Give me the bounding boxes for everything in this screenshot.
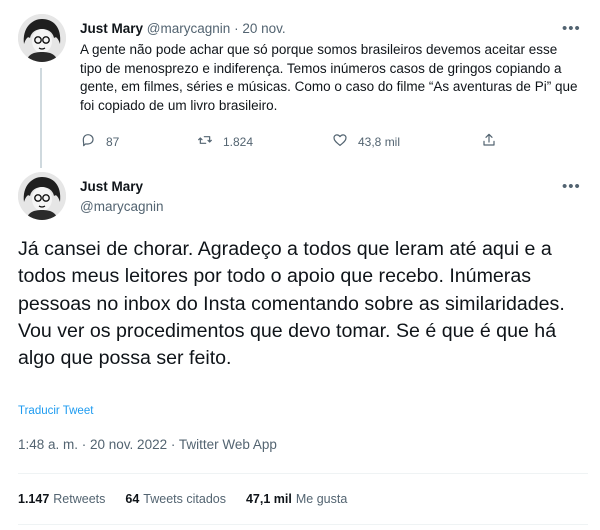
heart-icon (332, 132, 348, 151)
share-button[interactable] (481, 132, 497, 151)
author-name[interactable]: Just Mary (80, 179, 143, 194)
like-count: 43,8 mil (358, 134, 401, 149)
divider (18, 524, 588, 525)
thread-line (40, 68, 42, 168)
tweet-actions: 87 1.824 43,8 mil (80, 132, 510, 152)
avatar[interactable] (18, 172, 66, 220)
quotes-label: Tweets citados (143, 492, 226, 506)
more-options-icon[interactable]: ••• (562, 20, 581, 37)
tweet-text: A gente não pode achar que só porque som… (80, 42, 578, 113)
likes-stat[interactable]: 47,1 mil Me gusta (246, 492, 347, 506)
retweet-icon (197, 132, 213, 151)
author-name[interactable]: Just Mary (80, 21, 143, 36)
separator: · (234, 21, 239, 36)
tweet-1[interactable]: Just Mary @marycagnin · 20 nov. ••• A ge… (0, 0, 600, 168)
divider (18, 473, 588, 474)
retweet-button[interactable]: 1.824 (197, 132, 253, 151)
like-button[interactable]: 43,8 mil (332, 132, 400, 151)
translate-link[interactable]: Traducir Tweet (18, 405, 93, 417)
retweets-stat[interactable]: 1.147 Retweets (18, 492, 105, 506)
likes-label: Me gusta (295, 492, 348, 506)
author-handle[interactable]: @marycagnin (80, 199, 164, 214)
tweet-date[interactable]: 20 nov. (242, 21, 285, 36)
retweets-count: 1.147 (18, 492, 50, 506)
retweets-label: Retweets (53, 492, 106, 506)
likes-count: 47,1 mil (245, 492, 292, 506)
tweet-stats: 1.147 Retweets 64 Tweets citados 47,1 mil M… (18, 492, 347, 506)
tweet-meta[interactable]: 1:48 a. m. · 20 nov. 2022 · Twitter Web … (18, 437, 277, 452)
quotes-count: 64 (125, 492, 140, 506)
avatar[interactable] (18, 14, 66, 62)
author-handle[interactable]: @marycagnin (147, 21, 231, 36)
tweet-text: Já cansei de chorar. Agradeço a todos qu… (18, 238, 565, 370)
reply-icon (80, 132, 96, 151)
tweet-header: Just Mary @marycagnin · 20 nov. (80, 21, 286, 36)
reply-count: 87 (106, 134, 120, 149)
more-options-icon[interactable]: ••• (562, 178, 581, 195)
quotes-stat[interactable]: 64 Tweets citados (125, 492, 226, 506)
reply-button[interactable]: 87 (80, 132, 119, 151)
retweet-count: 1.824 (223, 134, 254, 149)
share-icon (481, 132, 497, 151)
